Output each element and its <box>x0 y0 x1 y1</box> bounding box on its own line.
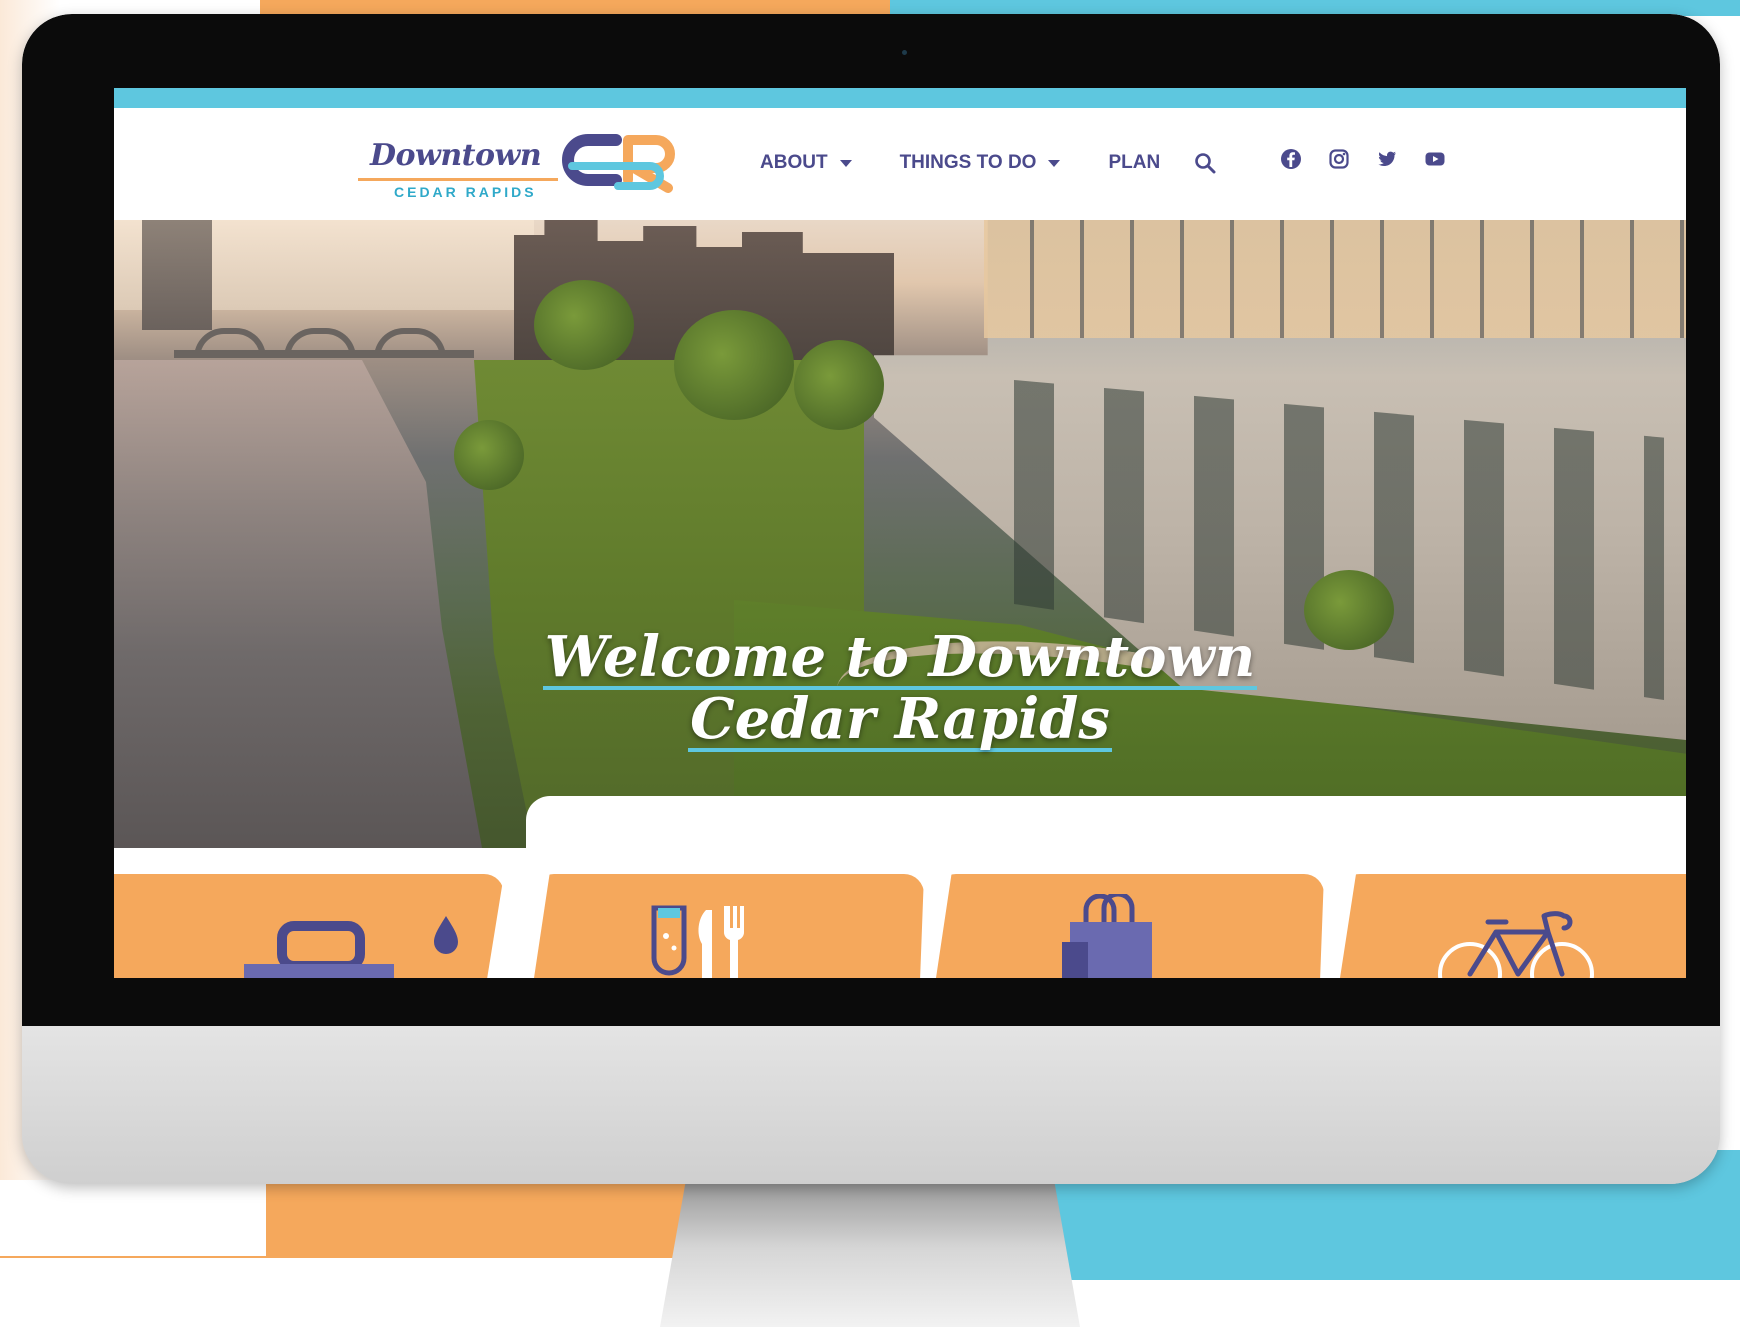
caret-down-icon <box>839 159 852 167</box>
background-white-block <box>0 1180 266 1256</box>
category-card-stay[interactable] <box>114 874 504 978</box>
category-cards <box>114 874 1686 978</box>
monitor-stand <box>660 1184 1080 1327</box>
hero-banner: Welcome to Downtown Cedar Rapids <box>114 220 1686 848</box>
hero-bridge <box>174 320 474 358</box>
suitcase-icon <box>244 916 458 978</box>
bridge-arch <box>374 328 446 358</box>
search-icon[interactable] <box>1194 152 1216 174</box>
hero-glass-facade <box>984 220 1686 338</box>
header-top-strip <box>114 88 1686 108</box>
youtube-icon[interactable] <box>1424 148 1446 170</box>
hero-tree <box>794 340 884 430</box>
nav-things-to-do-label: THINGS TO DO <box>899 152 1037 173</box>
hero-tower-building <box>142 220 212 330</box>
hero-tree <box>674 310 794 420</box>
hero-title-line-2: Cedar Rapids <box>688 685 1112 752</box>
nav-plan-label: PLAN <box>1108 152 1161 173</box>
main-nav: ABOUT THINGS TO DO PLAN <box>760 148 1216 178</box>
twitter-icon[interactable] <box>1376 148 1398 170</box>
category-card-dine[interactable] <box>534 874 924 978</box>
site-header: Downtown CEDAR RAPIDS ABOUT THINGS TO DO <box>114 108 1686 221</box>
bridge-arch <box>194 328 266 358</box>
hero-title-line-1: Welcome to Downtown <box>542 623 1258 690</box>
hero-tree <box>534 280 634 370</box>
logo-underline <box>358 178 558 181</box>
hero-title: Welcome to Downtown Cedar Rapids <box>114 628 1686 752</box>
nav-plan[interactable]: PLAN <box>1108 152 1160 174</box>
nav-about[interactable]: ABOUT <box>760 152 852 174</box>
category-card-explore[interactable] <box>1340 874 1686 978</box>
dining-icon <box>651 905 745 978</box>
cr-logo-icon <box>562 134 675 193</box>
nav-things-to-do[interactable]: THINGS TO DO <box>900 152 1061 174</box>
site-logo[interactable]: Downtown CEDAR RAPIDS <box>358 126 688 202</box>
caret-down-icon <box>1048 159 1061 167</box>
social-links <box>1280 148 1472 170</box>
category-card-shop[interactable] <box>936 874 1324 978</box>
logo-wordmark: Downtown <box>370 138 542 173</box>
content-tab <box>526 796 1686 866</box>
bridge-arch <box>284 328 356 358</box>
instagram-icon[interactable] <box>1328 148 1350 170</box>
logo-subtitle: CEDAR RAPIDS <box>394 184 537 200</box>
monitor: Downtown CEDAR RAPIDS ABOUT THINGS TO DO <box>22 14 1720 1184</box>
website-screen: Downtown CEDAR RAPIDS ABOUT THINGS TO DO <box>114 88 1686 978</box>
bicycle-icon <box>1438 911 1594 978</box>
nav-about-label: ABOUT <box>760 152 828 173</box>
monitor-chin <box>22 1026 1720 1184</box>
shopping-bag-icon <box>1062 894 1152 978</box>
hero-tree <box>454 420 524 490</box>
hero-river <box>114 360 482 848</box>
camera-dot <box>902 50 907 55</box>
facebook-icon[interactable] <box>1280 148 1302 170</box>
background-orange-band <box>260 0 900 14</box>
